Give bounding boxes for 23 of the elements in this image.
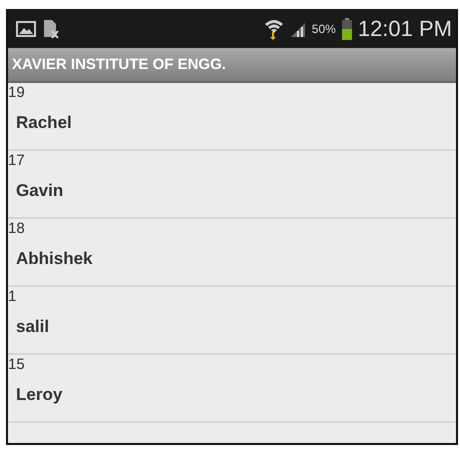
student-name: Abhishek	[15, 248, 94, 269]
student-number: 18	[8, 219, 26, 239]
battery-icon	[342, 18, 352, 40]
student-name: Rachel	[15, 112, 73, 133]
list-item[interactable]: 17 Gavin	[8, 151, 456, 219]
student-number: 19	[8, 83, 26, 103]
sim-card-icon	[42, 18, 60, 38]
list-item[interactable]: 15 Leroy	[8, 355, 456, 423]
list-item[interactable]: 1 salil	[8, 287, 456, 355]
wifi-icon	[264, 18, 284, 40]
student-name: salil	[15, 316, 50, 337]
clock-time: 12:01 PM	[358, 16, 452, 42]
list-item[interactable]: 19 Rachel	[8, 83, 456, 151]
list-item[interactable]: 18 Abhishek	[8, 219, 456, 287]
signal-icon	[290, 20, 306, 36]
app-title: XAVIER INSTITUTE OF ENGG.	[12, 56, 226, 73]
picture-icon	[16, 20, 36, 38]
battery-percent: 50%	[312, 22, 336, 36]
student-name: Leroy	[15, 384, 64, 405]
student-number: 17	[8, 151, 26, 171]
student-name: Gavin	[15, 180, 64, 201]
student-number: 1	[8, 287, 18, 307]
student-number: 15	[8, 355, 26, 375]
